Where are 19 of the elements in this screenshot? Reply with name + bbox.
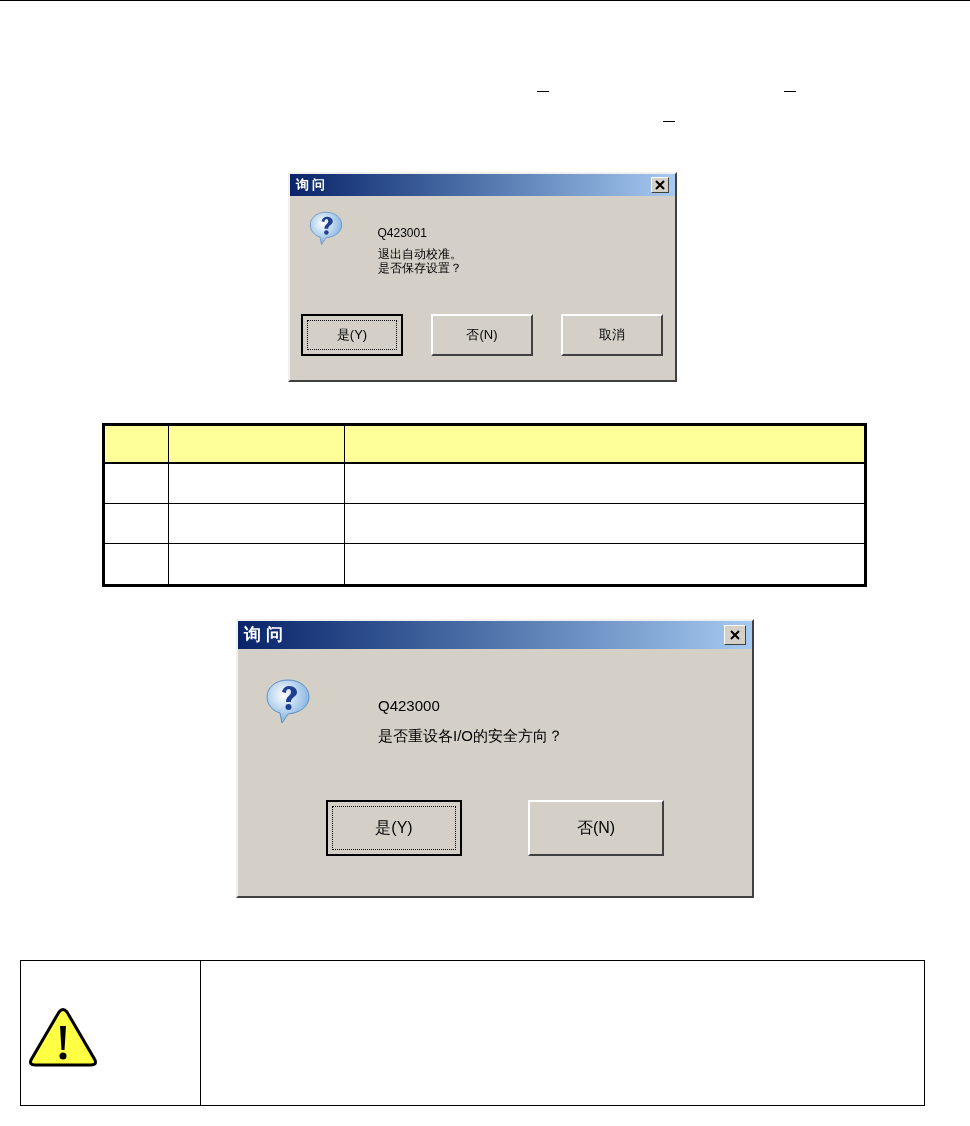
dialog-button[interactable]: 是(Y) <box>301 313 403 356</box>
message-text: 是否重设各I/O的安全方向？ <box>378 727 563 745</box>
close-icon <box>730 629 740 640</box>
dialog-button[interactable]: 否(N) <box>528 800 664 857</box>
message-code: Q423001 <box>377 225 428 242</box>
window-title: 询 问 <box>295 176 326 195</box>
dialog-button[interactable]: 取消 <box>561 313 663 356</box>
message-text: 是否保存设置？ <box>377 261 462 276</box>
message-code: Q423000 <box>378 695 441 716</box>
question-icon <box>307 210 344 246</box>
close-button[interactable] <box>724 624 746 645</box>
window-title: 询 问 <box>244 623 283 646</box>
question-icon <box>264 676 312 725</box>
dialog-button[interactable]: 否(N) <box>431 313 533 356</box>
close-icon <box>654 180 665 190</box>
dialog-button[interactable]: 是(Y) <box>326 800 462 857</box>
message-text: 退出自动校准。 <box>377 248 462 262</box>
close-button[interactable] <box>650 177 669 193</box>
warning-icon <box>28 1008 98 1069</box>
